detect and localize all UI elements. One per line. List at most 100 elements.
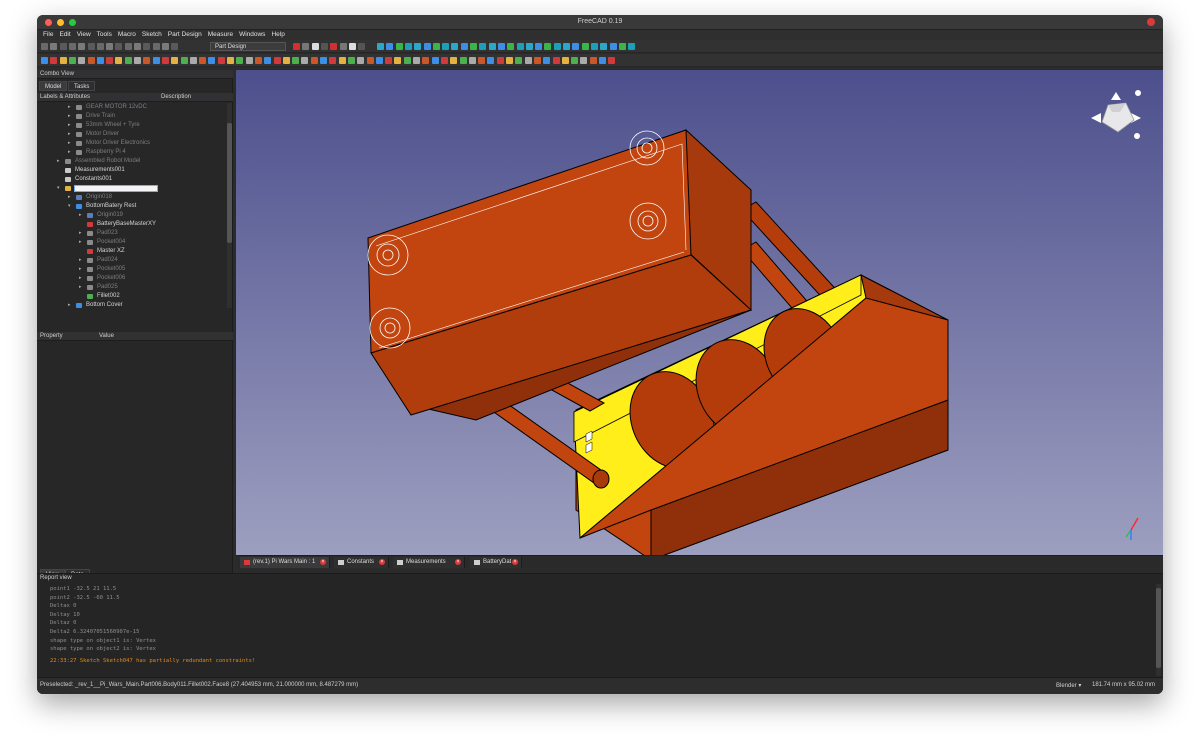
tool-button-icon[interactable]: [347, 57, 355, 64]
tool-button-icon[interactable]: [496, 57, 504, 64]
expand-arrow-icon[interactable]: ▸: [68, 301, 71, 308]
expand-arrow-icon[interactable]: ▸: [68, 148, 71, 157]
tool-button-icon[interactable]: [180, 57, 188, 64]
tool-button-icon[interactable]: [543, 57, 551, 64]
tool-button-icon[interactable]: [227, 57, 234, 64]
expand-arrow-icon[interactable]: ▸: [68, 130, 71, 139]
tool-button-icon[interactable]: [143, 43, 151, 50]
tool-button-icon[interactable]: [302, 43, 310, 50]
tool-button-icon[interactable]: [366, 57, 374, 64]
tool-button-icon[interactable]: [78, 57, 86, 64]
tool-button-icon[interactable]: [115, 43, 123, 50]
tool-button-icon[interactable]: [87, 43, 95, 50]
expand-arrow-icon[interactable]: ▸: [79, 274, 82, 283]
menu-file[interactable]: File: [43, 30, 53, 40]
tool-button-icon[interactable]: [301, 57, 309, 64]
expand-arrow-icon[interactable]: ▸: [79, 229, 82, 238]
tool-button-icon[interactable]: [264, 57, 272, 64]
expand-arrow-icon[interactable]: ▸: [79, 211, 82, 220]
tool-button-icon[interactable]: [478, 57, 486, 64]
expand-arrow-icon[interactable]: ▸: [79, 283, 82, 292]
tool-button-icon[interactable]: [68, 57, 76, 64]
expand-arrow-icon[interactable]: ▸: [68, 193, 71, 202]
tool-button-icon[interactable]: [561, 57, 569, 64]
document-tab[interactable]: (rev.1) Pi Wars Main : 1 ×: [240, 557, 330, 568]
tool-button-icon[interactable]: [552, 57, 560, 64]
tool-button-icon[interactable]: [152, 57, 160, 64]
tool-button-icon[interactable]: [479, 43, 487, 50]
tool-button-icon[interactable]: [245, 57, 253, 64]
workbench-selector[interactable]: Part Design: [210, 42, 286, 51]
tool-button-icon[interactable]: [41, 57, 48, 64]
tool-button-icon[interactable]: [329, 57, 337, 64]
expand-arrow-icon[interactable]: ▸: [68, 103, 71, 112]
expand-arrow-icon[interactable]: ▾: [68, 202, 71, 211]
tree-item[interactable]: BatteryBaseMasterXY: [37, 220, 227, 229]
tool-button-icon[interactable]: [161, 43, 169, 50]
tree-item[interactable]: ▸ Pocket005: [37, 265, 227, 274]
tool-button-icon[interactable]: [470, 43, 477, 50]
tool-button-icon[interactable]: [535, 43, 543, 50]
tool-button-icon[interactable]: [78, 43, 86, 50]
tool-button-icon[interactable]: [533, 57, 541, 64]
tool-button-icon[interactable]: [515, 57, 523, 64]
tool-button-icon[interactable]: [236, 57, 244, 64]
tool-button-icon[interactable]: [106, 57, 114, 64]
tree-item[interactable]: ▸ Pad023: [37, 229, 227, 238]
3d-viewport[interactable]: [236, 70, 1163, 561]
tool-button-icon[interactable]: [571, 57, 579, 64]
tool-button-icon[interactable]: [404, 43, 412, 50]
tool-button-icon[interactable]: [96, 57, 104, 64]
tool-button-icon[interactable]: [609, 43, 617, 50]
tool-button-icon[interactable]: [581, 43, 589, 50]
tool-button-icon[interactable]: [432, 43, 440, 50]
tool-button-icon[interactable]: [377, 43, 384, 50]
tool-button-icon[interactable]: [124, 43, 132, 50]
tool-button-icon[interactable]: [497, 43, 505, 50]
rename-field[interactable]: [74, 185, 158, 192]
tree-item[interactable]: ▸ Origin018: [37, 193, 227, 202]
tool-button-icon[interactable]: [134, 43, 141, 50]
tool-button-icon[interactable]: [124, 57, 132, 64]
tool-button-icon[interactable]: [431, 57, 439, 64]
menu-view[interactable]: View: [77, 30, 91, 40]
menu-measure[interactable]: Measure: [208, 30, 233, 40]
tool-button-icon[interactable]: [189, 57, 197, 64]
tool-button-icon[interactable]: [599, 57, 606, 64]
tool-button-icon[interactable]: [87, 57, 95, 64]
tool-button-icon[interactable]: [563, 43, 570, 50]
tool-button-icon[interactable]: [339, 43, 347, 50]
tool-button-icon[interactable]: [41, 43, 48, 50]
tool-button-icon[interactable]: [348, 43, 356, 50]
tree-item[interactable]: ▸ Drive Train: [37, 112, 227, 121]
tool-button-icon[interactable]: [171, 43, 179, 50]
tool-button-icon[interactable]: [96, 43, 104, 50]
tool-button-icon[interactable]: [414, 43, 422, 50]
menu-help[interactable]: Help: [271, 30, 284, 40]
tool-button-icon[interactable]: [357, 57, 365, 64]
tree-item[interactable]: Master XZ: [37, 247, 227, 256]
tree-item[interactable]: ▾: [37, 184, 227, 193]
navigation-cube[interactable]: [1091, 90, 1141, 139]
menu-sketch[interactable]: Sketch: [142, 30, 162, 40]
tool-button-icon[interactable]: [589, 57, 597, 64]
tree-item[interactable]: ▸ Pad024: [37, 256, 227, 265]
tool-button-icon[interactable]: [524, 57, 532, 64]
tree-item[interactable]: Measurements001: [37, 166, 227, 175]
tree-item[interactable]: ▸ GEAR MOTOR 12vDC: [37, 103, 227, 112]
tool-button-icon[interactable]: [50, 57, 58, 64]
tree-item[interactable]: Constants001: [37, 175, 227, 184]
expand-arrow-icon[interactable]: ▸: [68, 139, 71, 148]
tree-item[interactable]: ▸ Raspberry Pi 4: [37, 148, 227, 157]
tool-button-icon[interactable]: [394, 57, 402, 64]
tool-button-icon[interactable]: [413, 57, 420, 64]
expand-arrow-icon[interactable]: ▸: [79, 256, 82, 265]
tree-item[interactable]: ▸ 53mm Wheel + Tyre: [37, 121, 227, 130]
tool-button-icon[interactable]: [460, 43, 468, 50]
menu-tools[interactable]: Tools: [97, 30, 112, 40]
tool-button-icon[interactable]: [358, 43, 366, 50]
tool-button-icon[interactable]: [442, 43, 450, 50]
navigation-style-selector[interactable]: Blender ▾: [1056, 682, 1081, 689]
tab-tasks[interactable]: Tasks: [68, 81, 96, 91]
tool-button-icon[interactable]: [59, 43, 67, 50]
